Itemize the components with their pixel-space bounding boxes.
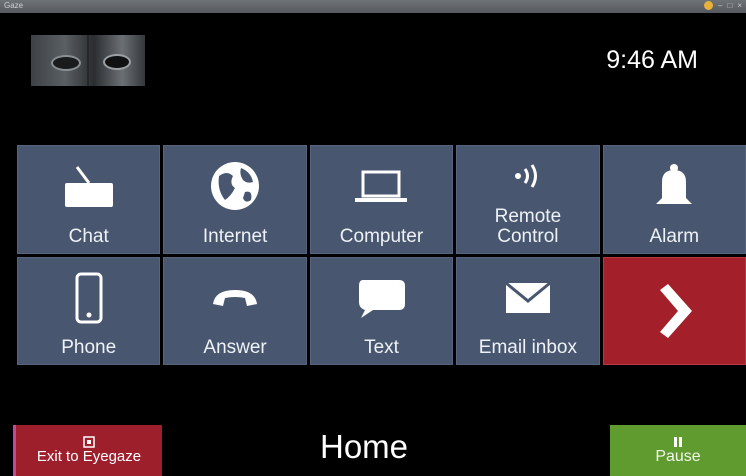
- tile-label: Text: [364, 337, 399, 358]
- tile-label: Computer: [339, 225, 424, 247]
- remote-signal-icon: [508, 146, 548, 207]
- window-title: Gaze: [4, 1, 24, 10]
- chevron-right-icon: [654, 258, 694, 365]
- chat-keyboard-icon: [63, 146, 115, 227]
- preview-divider: [87, 35, 89, 86]
- exit-label: Exit to Eyegaze: [36, 448, 142, 465]
- tile-computer[interactable]: Computer: [309, 145, 454, 254]
- tile-chat[interactable]: Chat: [17, 145, 161, 254]
- tile-text[interactable]: Text: [309, 256, 454, 365]
- left-eye: [51, 55, 81, 71]
- tile-internet[interactable]: Internet: [163, 145, 307, 254]
- eye-tracker-preview: [31, 35, 145, 86]
- minimize-button[interactable]: –: [718, 1, 722, 10]
- bell-icon: [654, 146, 694, 227]
- tile-label: Chat: [68, 225, 109, 247]
- handset-icon: [211, 258, 259, 339]
- laptop-icon: [353, 146, 409, 227]
- maximize-button[interactable]: □: [727, 1, 732, 10]
- page-title: Home: [320, 428, 409, 465]
- tile-alarm[interactable]: Alarm: [602, 145, 746, 254]
- home-tile-grid: Chat Internet Computer Remote Control Al…: [17, 145, 746, 365]
- tile-remote-control[interactable]: Remote Control: [456, 145, 600, 254]
- globe-icon: [209, 146, 261, 227]
- app-status-icon: [704, 1, 714, 10]
- tile-answer[interactable]: Answer: [163, 256, 307, 365]
- tile-phone[interactable]: Phone: [17, 256, 161, 365]
- tile-label: Phone: [61, 337, 117, 358]
- close-button[interactable]: ×: [737, 1, 742, 10]
- pause-button[interactable]: Pause: [610, 425, 746, 476]
- window-controls: – □ ×: [704, 1, 742, 10]
- tile-label: Answer: [203, 337, 267, 358]
- envelope-icon: [504, 258, 552, 339]
- window-titlebar: Gaze – □ ×: [0, 0, 746, 13]
- phone-icon: [74, 258, 104, 339]
- tile-label: Remote Control: [494, 205, 562, 247]
- tile-label: Internet: [202, 225, 268, 247]
- tile-label: Email inbox: [478, 337, 577, 358]
- speech-bubble-icon: [355, 258, 407, 339]
- clock: 9:46 AM: [606, 46, 698, 74]
- exit-icon: [83, 436, 95, 448]
- tile-email-inbox[interactable]: Email inbox: [456, 256, 600, 365]
- exit-to-eyegaze-button[interactable]: Exit to Eyegaze: [13, 425, 162, 476]
- tile-label: Alarm: [649, 225, 700, 247]
- pause-icon: [674, 436, 682, 447]
- pause-label: Pause: [655, 447, 701, 465]
- next-page-button[interactable]: [602, 256, 746, 365]
- right-eye: [103, 54, 131, 70]
